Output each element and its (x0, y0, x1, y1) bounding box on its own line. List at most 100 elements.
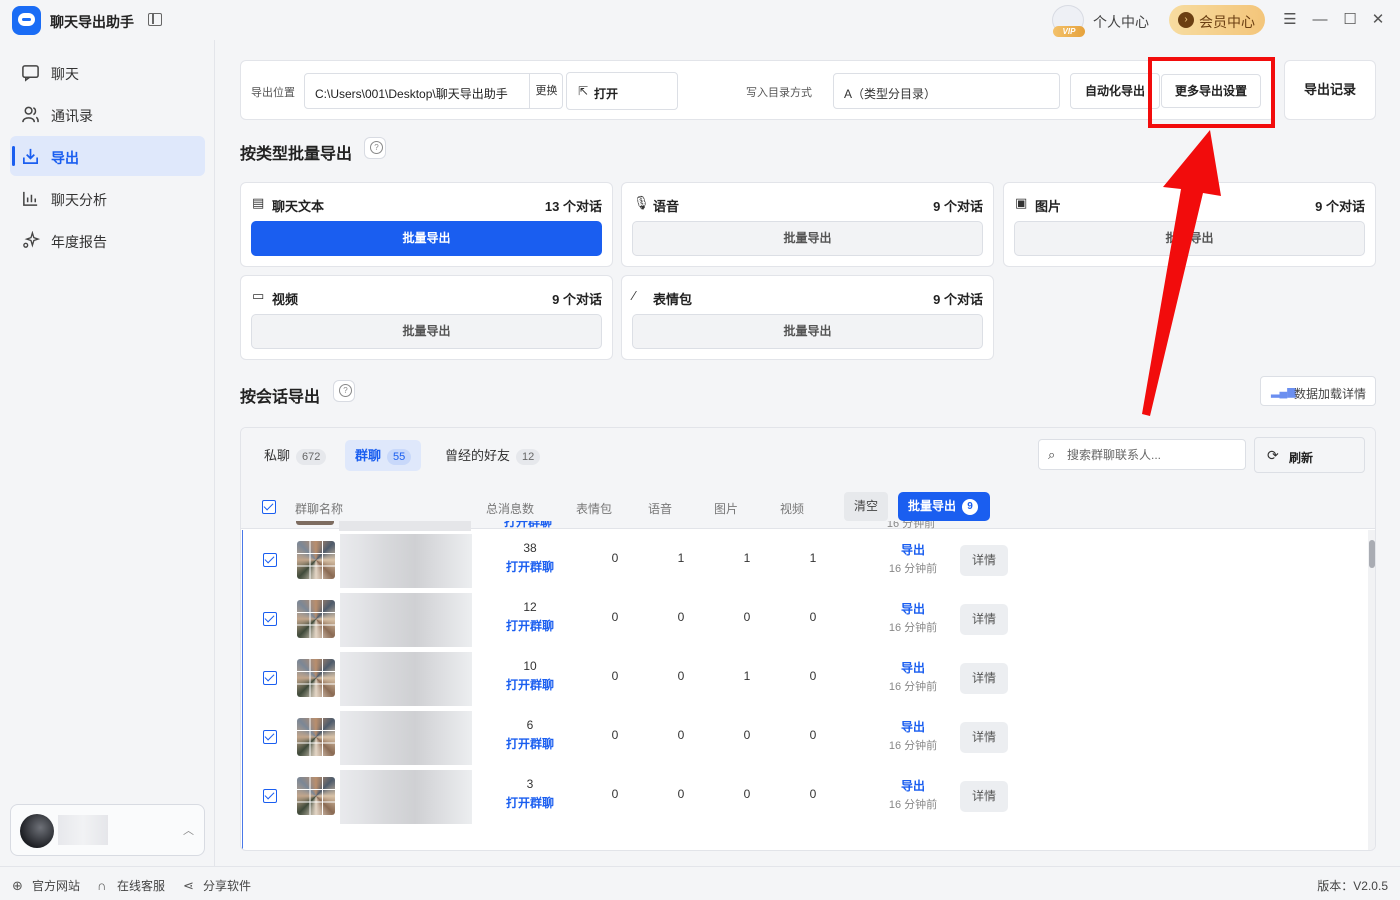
open-group-link[interactable]: 打开群聊 (491, 676, 569, 693)
export-time: 16 分钟前 (888, 799, 938, 811)
vip-badge: VIP (1053, 26, 1085, 37)
app-title: 聊天导出助手 (50, 14, 134, 30)
batch-export-button[interactable]: 批量导出 (632, 314, 983, 349)
export-time: 16 分钟前 (888, 622, 938, 634)
dir-mode-select[interactable]: A（类型分目录） (833, 73, 1060, 109)
group-avatar (297, 541, 335, 579)
voice-count: 0 (677, 669, 685, 683)
tab-group-chat[interactable]: 群聊 55 (345, 440, 422, 471)
batch-export-button[interactable]: 批量导出 (251, 221, 602, 256)
help-icon[interactable] (333, 380, 355, 402)
scrollbar[interactable] (1368, 530, 1375, 850)
clear-selection-button[interactable]: 清空 (844, 492, 888, 521)
share-software-link[interactable]: ⋖ 分享软件 (183, 877, 251, 894)
arrow-shape (1142, 130, 1221, 416)
search-input[interactable] (1067, 446, 1237, 464)
auto-export-button[interactable]: 自动化导出 (1070, 73, 1160, 109)
vip-avatar[interactable]: VIP (1052, 5, 1085, 37)
card-title: 表情包 (653, 292, 693, 307)
export-location-label: 导出位置 (251, 87, 295, 99)
sidebar-collapse-icon[interactable] (148, 13, 162, 26)
image-count: 0 (743, 610, 751, 624)
batch-export-label: 批量导出 (908, 499, 957, 513)
voice-count: 0 (677, 787, 685, 801)
export-link[interactable]: 导出 (893, 718, 933, 735)
help-icon[interactable] (364, 137, 386, 159)
tab-former-friends[interactable]: 曾经的好友 12 (435, 440, 550, 471)
export-link[interactable]: 导出 (893, 659, 933, 676)
details-button[interactable]: 详情 (960, 781, 1008, 812)
scrollbar-thumb[interactable] (1369, 540, 1375, 568)
online-service-link[interactable]: ∩ 在线客服 (97, 877, 165, 894)
maximize-icon[interactable]: ☐ (1340, 10, 1360, 30)
dir-mode-value: A（类型分目录） (844, 87, 937, 101)
export-link[interactable]: 导出 (893, 600, 933, 617)
table-row[interactable]: 6 打开群聊 0 0 0 0 导出 16 分钟前 详情 (243, 707, 1370, 766)
personal-center-link[interactable]: 个人中心 (1093, 12, 1149, 32)
open-group-link[interactable]: 打开群聊 (491, 735, 569, 752)
table-row[interactable]: 12 打开群聊 0 0 0 0 导出 16 分钟前 详情 (243, 589, 1370, 648)
export-records-button[interactable]: 导出记录 (1284, 60, 1376, 120)
change-path-button[interactable]: 更换 (529, 74, 563, 108)
minimize-icon[interactable]: — (1310, 10, 1330, 30)
voice-count: 1 (677, 551, 685, 565)
avatar (20, 814, 54, 848)
column-header-video: 视频 (780, 502, 805, 516)
table-row[interactable]: 38 打开群聊 0 1 1 1 导出 16 分钟前 详情 (243, 530, 1370, 589)
batch-export-button[interactable]: 批量导出 (251, 314, 602, 349)
official-site-link[interactable]: ⊕ 官方网站 (12, 877, 80, 894)
tab-label: 群聊 (355, 448, 382, 463)
headset-icon: ∩ (97, 878, 107, 893)
row-checkbox[interactable] (263, 789, 277, 803)
sidebar-item-export[interactable]: 导出 (10, 136, 205, 176)
export-link[interactable]: 导出 (893, 777, 933, 794)
menu-icon[interactable]: ☰ (1280, 10, 1300, 30)
refresh-button[interactable]: ⟳ 刷新 (1254, 437, 1365, 473)
sidebar-item-chat-analysis[interactable]: 聊天分析 (10, 178, 205, 218)
tab-count-badge: 12 (516, 449, 541, 465)
open-group-link[interactable]: 打开群聊 (491, 794, 569, 811)
sidebar-item-annual-report[interactable]: 年度报告 (10, 220, 205, 260)
row-checkbox[interactable] (263, 612, 277, 626)
open-group-link[interactable]: 打开群聊 (491, 617, 569, 634)
select-all-checkbox[interactable] (262, 500, 276, 514)
details-button[interactable]: 详情 (960, 663, 1008, 694)
bar-chart-icon: ▂▄▆ (1271, 386, 1296, 398)
open-group-link[interactable]: 打开群聊 (489, 521, 567, 530)
card-title: 聊天文本 (272, 199, 325, 214)
tab-private-chat[interactable]: 私聊 672 (254, 440, 336, 471)
table-row[interactable]: 3 打开群聊 0 0 0 0 导出 16 分钟前 详情 (243, 766, 1370, 825)
search-icon: ⌕ (1048, 447, 1056, 462)
batch-export-button[interactable]: 批量导出 (1014, 221, 1365, 256)
member-center-button[interactable]: › 会员中心 (1169, 5, 1265, 35)
row-checkbox[interactable] (263, 671, 277, 685)
sidebar-item-chat[interactable]: 聊天 (10, 52, 205, 92)
open-folder-button[interactable]: ⇱ 打开 (566, 72, 678, 110)
export-link[interactable]: 导出 (893, 541, 933, 558)
arrow-right-icon: › (1178, 12, 1194, 28)
sidebar-item-contacts[interactable]: 通讯录 (10, 94, 205, 134)
table-row[interactable]: 10 打开群聊 0 0 1 0 导出 16 分钟前 详情 (243, 648, 1370, 707)
open-group-link[interactable]: 打开群聊 (491, 558, 569, 575)
sticker-count: 0 (611, 551, 619, 565)
group-avatar (297, 777, 335, 815)
details-button[interactable]: 详情 (960, 545, 1008, 576)
tab-count-badge: 55 (387, 449, 412, 465)
export-path-field[interactable]: C:\Users\001\Desktop\聊天导出助手 更换 (304, 73, 563, 109)
row-checkbox[interactable] (263, 730, 277, 744)
details-button[interactable]: 详情 (960, 722, 1008, 753)
details-button[interactable]: 详情 (960, 604, 1008, 635)
by-conversation-title: 按会话导出 (240, 389, 321, 406)
row-checkbox[interactable] (263, 553, 277, 567)
group-name-blurred (340, 652, 472, 706)
tab-label: 私聊 (264, 448, 291, 463)
close-icon[interactable]: ✕ (1368, 10, 1388, 30)
sidebar-item-label: 导出 (51, 150, 79, 166)
batch-export-button[interactable]: 批量导出 (632, 221, 983, 256)
group-avatar (297, 718, 335, 756)
search-group-contacts[interactable]: ⌕ (1038, 439, 1246, 470)
type-card-video: ▭ 视频 9 个对话 批量导出 (240, 275, 613, 360)
user-profile-box[interactable]: ︿ (10, 804, 205, 856)
batch-export-selected-button[interactable]: 批量导出 9 (898, 492, 990, 521)
data-load-details-button[interactable]: ▂▄▆ 数据加载详情 (1260, 376, 1376, 406)
